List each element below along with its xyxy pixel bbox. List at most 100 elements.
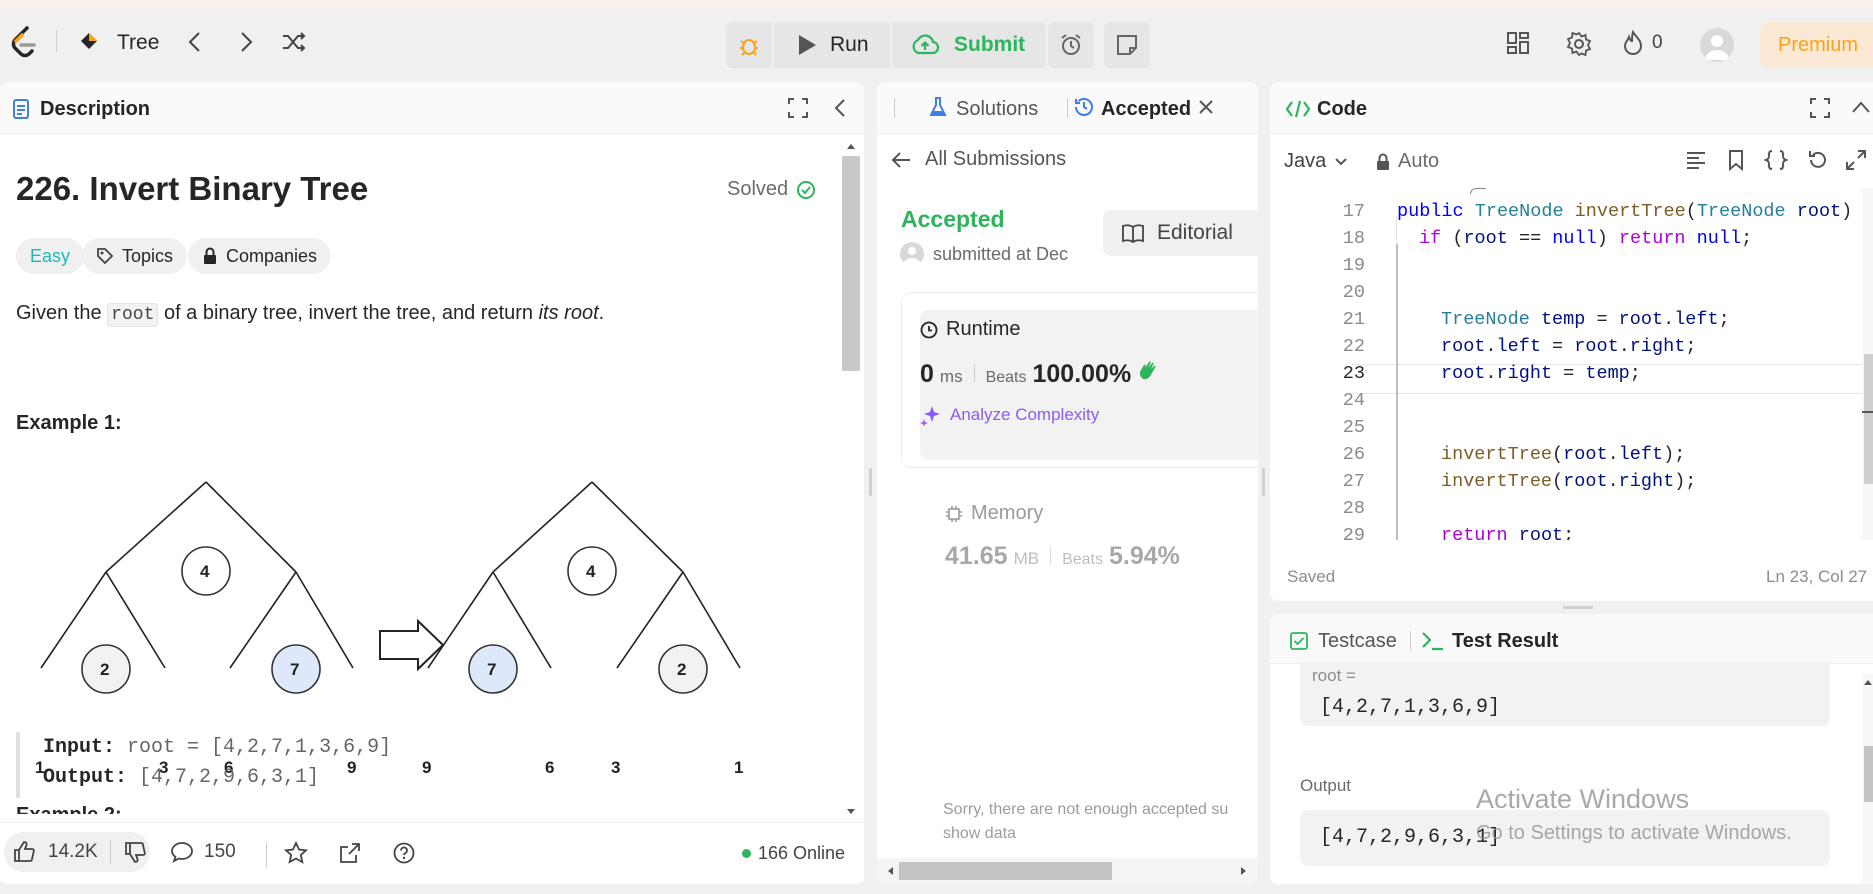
top-strip xyxy=(0,0,1873,8)
tab-test-result[interactable]: Test Result xyxy=(1452,630,1558,653)
braces-icon[interactable] xyxy=(1762,149,1790,176)
close-tab-icon[interactable] xyxy=(1197,98,1215,121)
input-value: root = [4,2,7,1,3,6,9] xyxy=(127,736,392,759)
code-line-17: 17 public TreeNode invertTree(TreeNode ro… xyxy=(1270,198,1873,225)
panel-resize-handle[interactable] xyxy=(869,468,872,496)
divider xyxy=(973,364,975,382)
prev-problem-icon[interactable] xyxy=(185,30,205,59)
code-line-27: 27 invertTree(root.right); xyxy=(1270,468,1870,495)
submitted-text: submitted at Dec xyxy=(933,243,1069,264)
collapse-up-icon[interactable] xyxy=(1850,100,1872,119)
collapse-left-icon[interactable] xyxy=(832,97,848,124)
shuffle-icon[interactable] xyxy=(281,30,307,59)
format-icon[interactable] xyxy=(1685,150,1707,175)
beats-label: Beats xyxy=(1062,551,1103,568)
thumbs-down-icon[interactable] xyxy=(123,840,147,864)
layout-grid-icon[interactable] xyxy=(1506,31,1530,60)
root-value: [4,2,7,1,3,6,9] xyxy=(1320,696,1501,719)
example-output: Output: [4,7,2,9,6,3,1] xyxy=(43,766,319,789)
line-number: 26 xyxy=(1342,444,1365,465)
runtime-unit: ms xyxy=(939,367,963,386)
testresult-scrollbar[interactable] xyxy=(1862,674,1873,884)
language-select[interactable]: Java xyxy=(1284,150,1348,173)
code-scrollbar-thumb[interactable] xyxy=(1864,354,1873,484)
star-icon[interactable] xyxy=(283,840,309,870)
topics-tag[interactable]: Topics xyxy=(82,238,188,274)
tab-description[interactable]: Description xyxy=(40,98,150,121)
scrollbar-thumb[interactable] xyxy=(842,156,860,371)
horizontal-scrollbar[interactable] xyxy=(877,858,1258,884)
line-number: 21 xyxy=(1342,309,1365,330)
maximize-icon[interactable] xyxy=(1810,98,1830,123)
runtime-card[interactable]: Runtime 0 ms Beats 100.00% Analyze Compl… xyxy=(920,310,1258,460)
avatar[interactable] xyxy=(1700,28,1734,62)
example-input: Input: root = [4,2,7,1,3,6,9] xyxy=(43,736,391,759)
panel-resize-handle-horizontal[interactable] xyxy=(1563,606,1593,609)
comment-count: 150 xyxy=(204,841,236,862)
code-editor[interactable]: 17 public TreeNode invertTree(TreeNode ro… xyxy=(1270,188,1873,540)
submit-button[interactable]: Submit xyxy=(892,22,1046,68)
companies-label: Companies xyxy=(226,245,318,266)
problem-list-icon[interactable] xyxy=(78,30,100,57)
panel-resize-handle[interactable] xyxy=(1262,468,1265,496)
code-line-24: 24 xyxy=(1270,387,1870,414)
back-to-submissions[interactable]: All Submissions xyxy=(891,148,1066,171)
h-scrollbar-thumb[interactable] xyxy=(899,862,1112,880)
divider xyxy=(1067,98,1068,118)
debug-button[interactable] xyxy=(726,22,772,68)
bookmark-icon[interactable] xyxy=(1727,149,1745,176)
code-scrollbar[interactable] xyxy=(1862,188,1873,540)
next-problem-icon[interactable] xyxy=(236,30,256,59)
expand-icon[interactable] xyxy=(1845,149,1867,176)
input-label: Input: xyxy=(43,736,116,759)
difficulty-badge[interactable]: Easy xyxy=(16,238,85,274)
thumbs-up-icon[interactable] xyxy=(12,840,36,864)
settings-gear-icon[interactable] xyxy=(1566,31,1592,62)
scrollbar-thumb[interactable] xyxy=(1864,746,1873,802)
like-count: 14.2K xyxy=(48,841,98,862)
statement-end: . xyxy=(598,302,605,324)
tag-icon xyxy=(97,248,114,265)
companies-tag[interactable]: Companies xyxy=(188,238,332,274)
share-icon[interactable] xyxy=(338,841,362,870)
code-line-25: 25 xyxy=(1270,414,1870,441)
output-value: [4,7,2,9,6,3,1] xyxy=(139,766,320,789)
runtime-stats: 0 ms Beats 100.00% xyxy=(920,360,1159,389)
tab-testcase[interactable]: Testcase xyxy=(1318,630,1397,653)
description-scrollbar[interactable] xyxy=(840,140,862,830)
reset-icon[interactable] xyxy=(1807,149,1829,176)
timer-button[interactable] xyxy=(1048,22,1094,68)
node-label: 6 xyxy=(545,758,555,777)
runtime-value: 0 xyxy=(920,360,934,388)
notes-button[interactable] xyxy=(1104,22,1150,68)
tab-accepted[interactable]: Accepted xyxy=(1101,98,1191,121)
scroll-marker xyxy=(1862,411,1873,413)
testresult-header: Testcase Test Result xyxy=(1270,614,1873,664)
streak-counter[interactable]: 0 xyxy=(1622,30,1663,56)
tab-code[interactable]: Code xyxy=(1317,98,1367,121)
run-button[interactable]: Run xyxy=(774,22,890,68)
mode-value: Auto xyxy=(1398,150,1440,172)
autocomplete-mode[interactable]: Auto xyxy=(1376,150,1439,173)
lock-icon xyxy=(204,247,216,264)
analyze-complexity-link[interactable]: Analyze Complexity xyxy=(920,404,1099,426)
brace-fragment xyxy=(1470,188,1486,194)
check-circle-icon xyxy=(797,180,816,199)
submission-status: Accepted xyxy=(901,206,1005,232)
clap-hands-icon xyxy=(1140,361,1156,380)
memory-header[interactable]: Memory xyxy=(945,502,1043,525)
premium-button[interactable]: Premium xyxy=(1760,22,1873,68)
problem-list-title[interactable]: Tree xyxy=(117,31,159,55)
memory-label: Memory xyxy=(971,502,1044,524)
terminal-icon xyxy=(1421,630,1445,657)
maximize-icon[interactable] xyxy=(788,98,808,123)
leetcode-logo-icon[interactable] xyxy=(10,26,38,63)
sparkle-icon xyxy=(920,406,940,426)
comments-button[interactable]: 150 xyxy=(170,841,236,863)
code-line-29: 29 return root; xyxy=(1270,522,1870,540)
editorial-button[interactable]: Editorial xyxy=(1103,210,1258,256)
tab-solutions[interactable]: Solutions xyxy=(956,98,1038,121)
help-icon[interactable] xyxy=(392,841,416,870)
node-label: 9 xyxy=(422,758,432,777)
activate-windows-title: Activate Windows xyxy=(1476,784,1690,814)
